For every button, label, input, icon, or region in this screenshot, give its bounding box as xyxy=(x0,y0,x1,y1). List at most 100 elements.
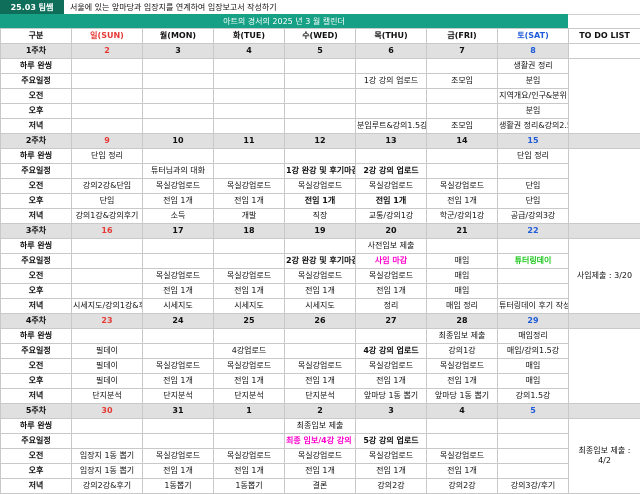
schedule-cell: 강의2강&단임 xyxy=(72,179,143,194)
header-category: 구분 xyxy=(1,29,72,44)
schedule-cell: 생활권 정리 xyxy=(498,59,569,74)
schedule-cell: 학군/강의1강 xyxy=(427,209,498,224)
schedule-cell: 최종임보 제출 xyxy=(427,329,498,344)
date-cell: 27 xyxy=(356,314,427,329)
calendar-title: 아트의 경서의 2025 년 3 월 캘린더 xyxy=(0,14,568,28)
schedule-row: 하루 완씽생활권 정리 xyxy=(1,59,640,74)
schedule-cell xyxy=(427,149,498,164)
schedule-cell xyxy=(285,74,356,89)
schedule-cell: 최종임보 제출 xyxy=(285,419,356,434)
schedule-cell xyxy=(214,419,285,434)
row-label: 오후 xyxy=(1,374,72,389)
schedule-cell: 강의2강&후기 xyxy=(72,479,143,494)
schedule-row: 하루 완씽사전임보 제출사임제출 : 3/20 xyxy=(1,239,640,254)
schedule-cell xyxy=(498,239,569,254)
schedule-cell: 단임 xyxy=(498,179,569,194)
schedule-cell: 전임 1개 xyxy=(356,194,427,209)
schedule-row: 하루 완씽최종임보 제출매임정리 xyxy=(1,329,640,344)
schedule-cell: 매임 xyxy=(427,284,498,299)
schedule-cell: 결론 xyxy=(285,479,356,494)
week-row: 4주차23242526272829 xyxy=(1,314,640,329)
schedule-cell: 강의2강 xyxy=(427,479,498,494)
schedule-cell: 목실강업로드 xyxy=(214,179,285,194)
schedule-row: 오전임장지 1동 뽑기목실강업로드목실강업로드목실강업로드목실강업로드목실강업로… xyxy=(1,449,640,464)
row-label: 오후 xyxy=(1,104,72,119)
week-row: 3주차16171819202122 xyxy=(1,224,640,239)
schedule-cell xyxy=(214,434,285,449)
schedule-cell: 분임루트&강의1.5강 xyxy=(356,119,427,134)
todo-spacer xyxy=(569,134,640,149)
schedule-cell xyxy=(285,149,356,164)
date-cell: 30 xyxy=(72,404,143,419)
schedule-row: 저녁강의1강&강의후기소득개발직장교통/강의1강학군/강의1강공급/강의3강 xyxy=(1,209,640,224)
week-label: 5주차 xyxy=(1,404,72,419)
schedule-cell: 강의3강/후기 xyxy=(498,479,569,494)
schedule-cell xyxy=(285,329,356,344)
date-cell: 4 xyxy=(214,44,285,59)
schedule-cell xyxy=(143,104,214,119)
schedule-cell: 목실강업로드 xyxy=(427,449,498,464)
schedule-cell xyxy=(72,89,143,104)
schedule-cell xyxy=(72,74,143,89)
todo-spacer xyxy=(569,314,640,329)
date-cell: 1 xyxy=(214,404,285,419)
date-cell: 15 xyxy=(498,134,569,149)
schedule-cell: 전임 1개 xyxy=(427,194,498,209)
schedule-cell xyxy=(72,59,143,74)
row-label: 저녁 xyxy=(1,479,72,494)
schedule-row: 오후단임전임 1개전임 1개전임 1개전임 1개전임 1개단임 xyxy=(1,194,640,209)
schedule-cell: 전임 1개 xyxy=(356,464,427,479)
week-label: 3주차 xyxy=(1,224,72,239)
schedule-cell: 정리 xyxy=(356,299,427,314)
row-label: 주요일정 xyxy=(1,164,72,179)
header-sat: 토(SAT) xyxy=(498,29,569,44)
schedule-row: 주요일정튜터님과의 대화1강 완강 및 후기마감2강 강의 업로드 xyxy=(1,164,640,179)
schedule-cell: 전임 1개 xyxy=(427,464,498,479)
schedule-cell: 튜터님과의 대화 xyxy=(143,164,214,179)
schedule-cell: 개발 xyxy=(214,209,285,224)
schedule-cell: 2강 강의 업로드 xyxy=(356,164,427,179)
schedule-cell xyxy=(72,269,143,284)
schedule-cell xyxy=(214,254,285,269)
todo-cell xyxy=(569,59,640,134)
schedule-cell: 시세지도 xyxy=(143,299,214,314)
week-row: 2주차9101112131415 xyxy=(1,134,640,149)
schedule-cell: 임장지 1동 뽑기 xyxy=(72,449,143,464)
row-label: 하루 완씽 xyxy=(1,239,72,254)
schedule-cell: 전임 1개 xyxy=(214,374,285,389)
header-tue: 화(TUE) xyxy=(214,29,285,44)
schedule-cell: 목실강업로드 xyxy=(356,269,427,284)
header-todo: TO DO LIST xyxy=(569,29,640,44)
schedule-cell: 목실강업로드 xyxy=(285,449,356,464)
schedule-cell xyxy=(214,89,285,104)
schedule-cell: 목실강업로드 xyxy=(214,359,285,374)
schedule-cell xyxy=(285,89,356,104)
schedule-cell: 시세지도 xyxy=(285,299,356,314)
schedule-cell: 2강 완강 및 후기마감 xyxy=(285,254,356,269)
schedule-cell: 매임 정리 xyxy=(427,299,498,314)
todo-spacer xyxy=(569,404,640,419)
schedule-cell xyxy=(427,419,498,434)
schedule-cell xyxy=(498,434,569,449)
date-cell: 4 xyxy=(427,404,498,419)
date-cell: 25 xyxy=(214,314,285,329)
schedule-cell: 전임 1개 xyxy=(285,194,356,209)
schedule-cell xyxy=(427,239,498,254)
schedule-row: 주요일정최종 임보/4강 강의 마감5강 강의 업로드 xyxy=(1,434,640,449)
schedule-cell xyxy=(356,104,427,119)
schedule-cell: 전임 1개 xyxy=(356,374,427,389)
date-cell: 23 xyxy=(72,314,143,329)
schedule-row: 오전지역개요/인구&분위 xyxy=(1,89,640,104)
top-bar: 25.03 팀쌤 서울에 있는 앞마당과 임장지를 연계하여 임장보고서 작성하… xyxy=(0,0,640,15)
schedule-row: 주요일정필데이4강업로드4강 강의 업로드강의1강매임/강의1.5강 xyxy=(1,344,640,359)
schedule-cell xyxy=(427,104,498,119)
week-label: 2주차 xyxy=(1,134,72,149)
schedule-cell: 목실강업로드 xyxy=(356,359,427,374)
schedule-cell: 단지분석 xyxy=(72,389,143,404)
todo-cell xyxy=(569,329,640,404)
date-cell: 8 xyxy=(498,44,569,59)
schedule-cell: 전임 1개 xyxy=(143,284,214,299)
schedule-cell xyxy=(285,239,356,254)
schedule-cell xyxy=(72,329,143,344)
row-label: 주요일정 xyxy=(1,434,72,449)
